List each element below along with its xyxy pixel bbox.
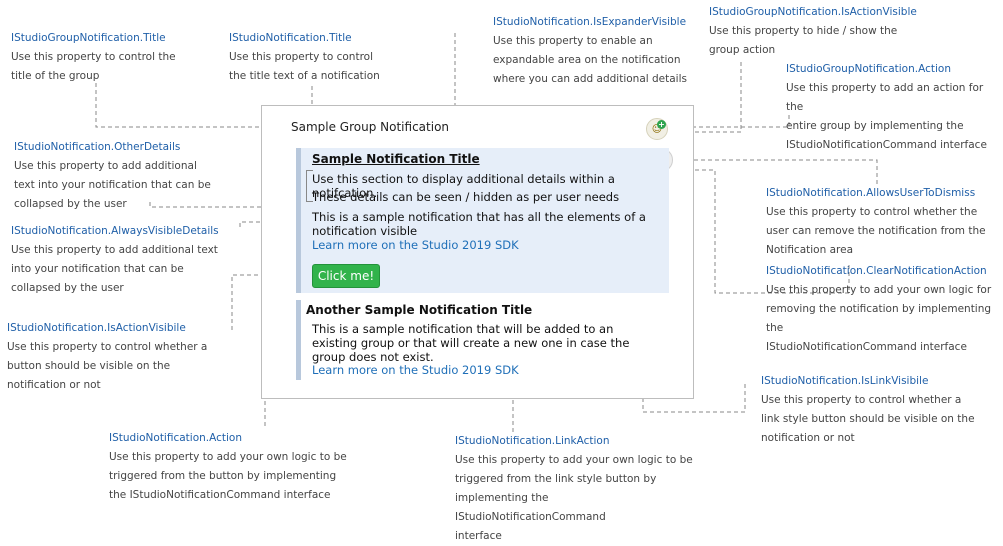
annotation-desc: Use this property to control whether a l… (761, 394, 975, 444)
annotation-group-action: IStudioGroupNotification.Action Use this… (786, 60, 1001, 155)
annotation-link-action: IStudioNotification.LinkAction Use this … (455, 432, 700, 546)
annotation-desc: Use this property to add additional text… (14, 160, 211, 210)
annotation-title: IStudioGroupNotification.Title (11, 32, 166, 44)
annotation-desc: Use this property to enable an expandabl… (493, 35, 687, 85)
annotation-desc: Use this property to add your own logic … (109, 451, 347, 501)
notification-2-title: Another Sample Notification Title (306, 303, 533, 317)
annotation-link-visible: IStudioNotification.IsLinkVisibile Use t… (761, 372, 976, 448)
notification-title: Sample Notification Title (312, 152, 480, 166)
annotation-clear-action: IStudioNotification.ClearNotificationAct… (766, 262, 1001, 357)
group-title: Sample Group Notification (291, 120, 450, 134)
connector-group-title (95, 83, 284, 128)
learn-more-link[interactable]: Learn more on the Studio 2019 SDK (312, 238, 519, 252)
annotation-expander: IStudioNotification.IsExpanderVisible Us… (493, 13, 703, 89)
annotation-always-visible: IStudioNotification.AlwaysVisibleDetails… (11, 222, 226, 298)
annotation-desc: Use this property to add an action for t… (786, 82, 987, 151)
annotation-action-visible: IStudioNotification.IsActionVisibile Use… (7, 319, 217, 395)
annotation-title: IStudioNotification.AlwaysVisibleDetails (11, 225, 219, 237)
annotation-title: IStudioNotification.Action (109, 432, 243, 444)
annotation-title: IStudioNotification.LinkAction (455, 435, 610, 447)
annotation-title: IStudioGroupNotification.Action (786, 63, 951, 75)
annotation-title: IStudioNotification.IsLinkVisibile (761, 375, 929, 387)
annotation-title: IStudioNotification.AllowsUserToDismiss (766, 187, 976, 199)
annotation-notif-title: IStudioNotification.Title Use this prope… (229, 29, 429, 86)
annotation-title: IStudioNotification.IsExpanderVisible (493, 16, 687, 28)
user-add-icon[interactable]: ☺ + (646, 118, 668, 140)
annotation-title: IStudioNotification.OtherDetails (14, 141, 181, 153)
notification-2-body: This is a sample notification that will … (312, 322, 630, 364)
annotation-title: IStudioGroupNotification.IsActionVisible (709, 6, 917, 18)
connector-allows-dismiss (666, 159, 878, 184)
annotation-desc: Use this property to add your own logic … (766, 284, 992, 353)
annotation-desc: Use this property to hide / show the gro… (709, 25, 898, 56)
annotation-group-title: IStudioGroupNotification.Title Use this … (11, 29, 211, 86)
annotation-group-action-visible: IStudioGroupNotification.IsActionVisible… (709, 3, 939, 60)
annotation-title: IStudioNotification.ClearNotificationAct… (766, 265, 987, 277)
annotation-desc: Use this property to control the title t… (229, 51, 380, 82)
learn-more-link-2[interactable]: Learn more on the Studio 2019 SDK (312, 363, 519, 377)
annotation-other-details: IStudioNotification.OtherDetails Use thi… (14, 138, 224, 214)
annotation-desc: Use this property to add your own logic … (455, 454, 693, 542)
always-visible-details: This is a sample notification that has a… (312, 210, 646, 238)
annotation-title: IStudioNotification.IsActionVisibile (7, 322, 186, 334)
annotation-desc: Use this property to control whether the… (766, 206, 986, 256)
annotation-desc: Use this property to add additional text… (11, 244, 218, 294)
annotation-desc: Use this property to control whether a b… (7, 341, 208, 391)
click-me-button[interactable]: Click me! (312, 264, 380, 288)
annotation-allows-dismiss: IStudioNotification.AllowsUserToDismiss … (766, 184, 991, 260)
other-details-line-2: These details can be seen / hidden as pe… (312, 190, 620, 204)
annotation-action: IStudioNotification.Action Use this prop… (109, 429, 349, 505)
connector-group-action (678, 115, 790, 128)
plus-icon: + (657, 120, 666, 129)
annotation-title: IStudioNotification.Title (229, 32, 352, 44)
annotation-desc: Use this property to control the title o… (11, 51, 176, 82)
